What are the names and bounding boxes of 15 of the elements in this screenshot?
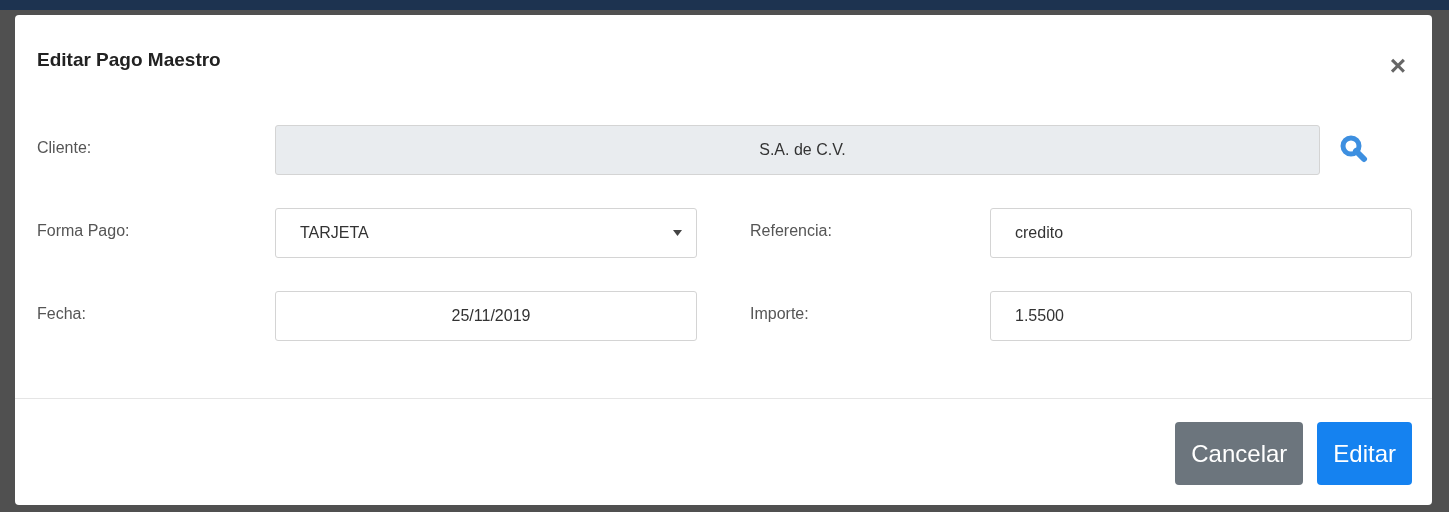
field-label: Forma Pago:	[37, 221, 131, 240]
input-field[interactable]: credito	[990, 208, 1412, 258]
submit-button[interactable]: Editar	[1317, 422, 1412, 485]
modal-title: Editar Pago Maestro	[37, 49, 221, 71]
field-label: Importe:	[750, 304, 810, 323]
caret-icon	[673, 230, 682, 236]
input-field[interactable]: 1.5500	[990, 291, 1412, 341]
field-label: Fecha:	[37, 304, 87, 323]
field-label: Referencia:	[750, 221, 833, 240]
close-button[interactable]: ×	[1383, 52, 1412, 80]
field-label: Cliente:	[37, 138, 93, 157]
input-field[interactable]: 25/11/2019	[275, 291, 697, 341]
select-field[interactable]: TARJETA	[275, 208, 697, 258]
search-icon[interactable]	[1340, 135, 1368, 163]
cancel-button[interactable]: Cancelar	[1175, 422, 1304, 485]
